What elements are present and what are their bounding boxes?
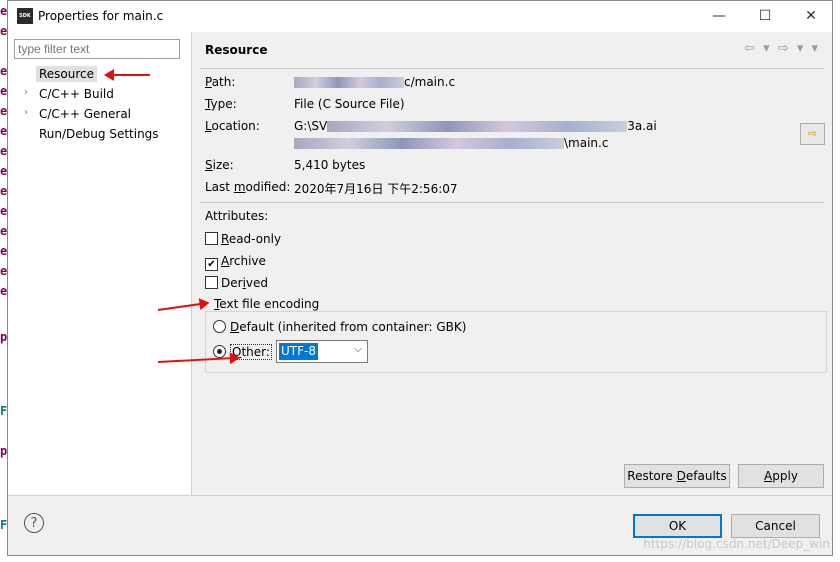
show-in-system-explorer-button[interactable]: ⇨ (800, 123, 825, 145)
tree-item-label: C/C++ General (39, 107, 132, 121)
tree-item-cpp-build[interactable]: C/C++ Build (39, 85, 114, 103)
last-modified-value: 2020年7月16日 下午2:56:07 (294, 182, 458, 196)
redacted-text (294, 138, 564, 149)
close-button[interactable]: ✕ (788, 1, 834, 32)
type-label: Type: (205, 97, 237, 111)
sdk-app-icon: SDK (17, 8, 33, 24)
size-value: 5,410 bytes (294, 158, 366, 172)
chevron-right-icon[interactable]: › (24, 87, 28, 98)
tree-item-label: Resource (36, 66, 98, 82)
path-label: Path: (205, 75, 236, 89)
restore-defaults-button[interactable]: Restore Defaults (624, 464, 730, 488)
encoding-select-value: UTF-8 (279, 343, 318, 360)
annotation-arrow-icon (104, 69, 150, 81)
apply-button[interactable]: Apply (738, 464, 824, 488)
default-encoding-radio[interactable]: Default (inherited from container: GBK) (213, 319, 466, 335)
maximize-button[interactable]: ☐ (742, 1, 788, 32)
tree-item-label: Run/Debug Settings (39, 127, 159, 141)
window-title: Properties for main.c (38, 9, 164, 23)
watermark-text: https://blog.csdn.net/Deep_win (643, 537, 830, 551)
section-divider (200, 202, 824, 203)
cancel-button[interactable]: Cancel (731, 514, 820, 538)
archive-checkbox[interactable]: ✔ Archive (205, 253, 266, 271)
tree-item-resource[interactable]: Resource (36, 65, 98, 83)
resource-page: Resource ⇦ ▾ ⇨ ▾ ▾ Path: c/main.c Type: … (192, 32, 832, 495)
derived-checkbox[interactable]: Derived (205, 275, 268, 291)
encoding-select[interactable]: UTF-8 ⌵ (276, 340, 368, 363)
radio-selected-icon[interactable] (213, 345, 226, 358)
encoding-group-title: Text file encoding (212, 297, 322, 311)
left-nav-pane: Resource › C/C++ Build › C/C++ General R… (8, 32, 192, 495)
last-modified-label: Last modified: (205, 180, 291, 194)
readonly-checkbox[interactable]: Read-only (205, 231, 281, 247)
footer-divider (8, 495, 832, 496)
filter-input[interactable] (14, 39, 180, 59)
page-title: Resource (205, 43, 268, 57)
tree-item-label: C/C++ Build (39, 87, 114, 101)
minimize-button[interactable]: — (696, 1, 742, 32)
radio-unselected-icon[interactable] (213, 320, 226, 333)
checkbox-box[interactable] (205, 232, 218, 245)
location-value-line1: G:\SV 3a.ai (294, 119, 657, 133)
help-icon[interactable]: ? (24, 513, 44, 533)
tree-item-run-debug-settings[interactable]: Run/Debug Settings (39, 125, 159, 143)
ok-button[interactable]: OK (633, 514, 722, 538)
redacted-text (327, 121, 628, 132)
history-nav-icons[interactable]: ⇦ ▾ ⇨ ▾ ▾ (744, 41, 820, 56)
location-label: Location: (205, 119, 260, 133)
chevron-right-icon[interactable]: › (24, 107, 28, 118)
path-value: c/main.c (294, 75, 455, 89)
properties-dialog: SDK Properties for main.c — ☐ ✕ Resource… (7, 0, 833, 556)
tree-item-cpp-general[interactable]: C/C++ General (39, 105, 131, 123)
page-header: Resource ⇦ ▾ ⇨ ▾ ▾ (192, 32, 832, 68)
checkmark-icon[interactable]: ✔ (205, 258, 218, 271)
folder-arrow-icon: ⇨ (807, 127, 818, 140)
location-value-line2: \main.c (294, 136, 608, 150)
header-divider (200, 68, 824, 69)
size-label: Size: (205, 158, 234, 172)
redacted-text (294, 77, 404, 88)
title-bar: SDK Properties for main.c — ☐ ✕ (8, 1, 832, 32)
attributes-label: Attributes: (205, 209, 269, 223)
chevron-down-icon[interactable]: ⌵ (354, 344, 362, 355)
type-value: File (C Source File) (294, 97, 405, 111)
checkbox-box[interactable] (205, 276, 218, 289)
